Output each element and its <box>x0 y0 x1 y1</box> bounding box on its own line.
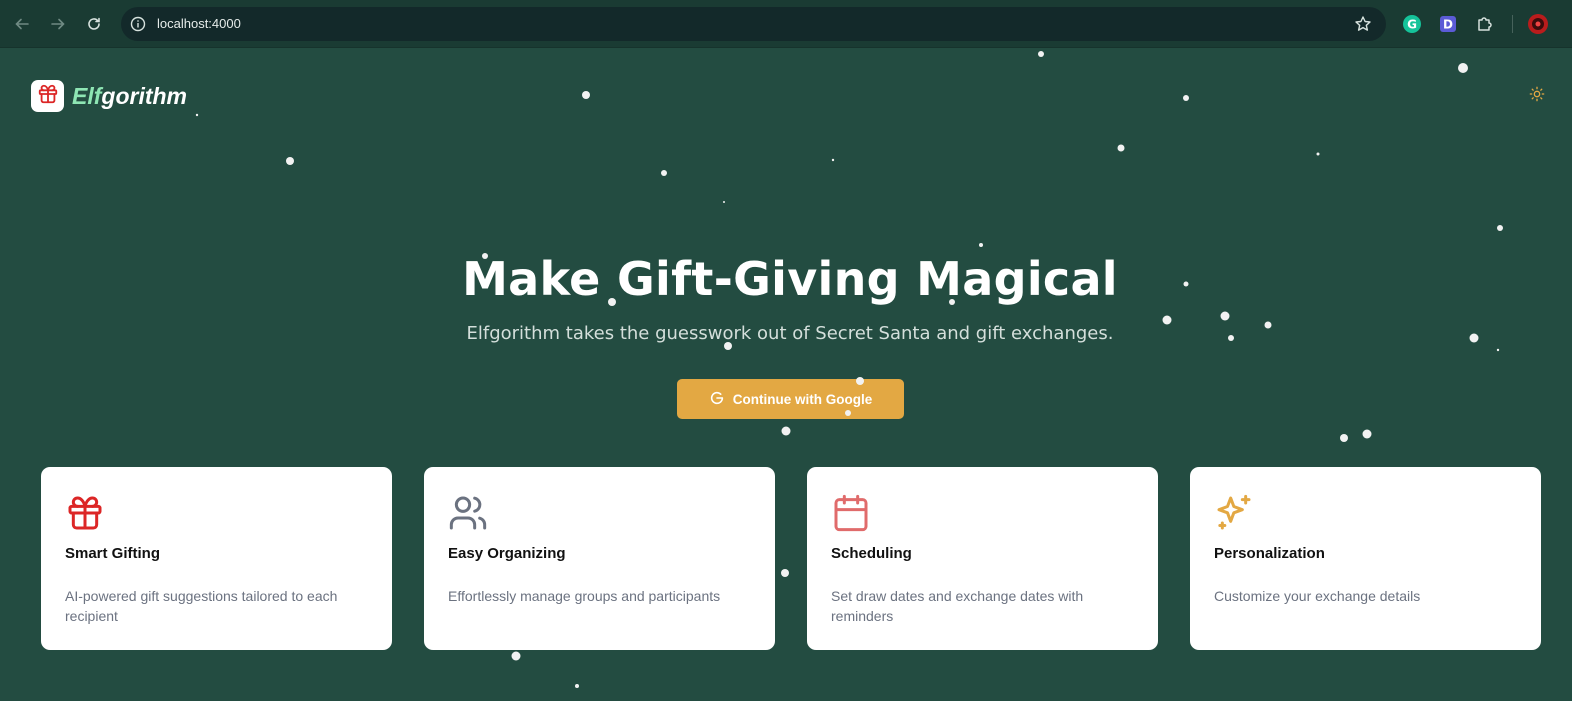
brand-name[interactable]: Elfgorithm <box>72 83 187 110</box>
continue-with-google-label: Continue with Google <box>732 391 873 407</box>
site-info-icon[interactable] <box>129 15 147 33</box>
feature-description: Customize your exchange details <box>1214 588 1421 604</box>
feature-card-smart-gifting: Smart Gifting AI-powered gift suggestion… <box>41 467 392 650</box>
gift-icon <box>65 493 105 533</box>
feature-title: Easy Organizing <box>448 545 566 562</box>
address-bar[interactable]: localhost:4000 <box>121 7 1386 41</box>
profile-avatar-icon[interactable] <box>1527 13 1549 35</box>
reload-icon[interactable] <box>82 12 106 36</box>
bookmark-star-icon[interactable] <box>1354 15 1372 33</box>
brand-part2: gorithm <box>101 83 187 109</box>
feature-card-scheduling: Scheduling Set draw dates and exchange d… <box>807 467 1158 650</box>
users-icon <box>448 493 488 533</box>
feature-description: Set draw dates and exchange dates with r… <box>831 588 1084 624</box>
sun-icon <box>1529 86 1545 106</box>
continue-with-google-button[interactable]: Continue with Google <box>677 379 904 419</box>
hero-subtitle: Elfgorithm takes the guesswork out of Se… <box>466 323 1114 344</box>
forward-icon[interactable] <box>46 12 70 36</box>
address-url[interactable]: localhost:4000 <box>157 16 241 31</box>
d-extension-icon[interactable]: D <box>1437 13 1459 35</box>
feature-title: Personalization <box>1214 545 1325 562</box>
feature-title: Smart Gifting <box>65 545 161 562</box>
feature-card-personalization: Personalization Customize your exchange … <box>1190 467 1541 650</box>
brand-part1: Elf <box>72 83 102 109</box>
feature-description: AI-powered gift suggestions tailored to … <box>65 588 338 624</box>
extensions-puzzle-icon[interactable] <box>1474 13 1496 35</box>
theme-toggle-button[interactable] <box>1527 86 1547 106</box>
toolbar-separator <box>1512 15 1513 33</box>
sparkles-icon <box>1214 493 1254 533</box>
svg-text:D: D <box>1443 18 1453 32</box>
gift-icon <box>37 83 59 109</box>
hero-title: Make Gift-Giving Magical <box>462 252 1118 306</box>
grammarly-icon[interactable]: G <box>1401 13 1423 35</box>
logo[interactable] <box>31 80 64 112</box>
browser-toolbar: localhost:4000 G D <box>0 0 1572 48</box>
google-g-icon <box>709 390 725 409</box>
calendar-icon <box>831 493 871 533</box>
feature-description: Effortlessly manage groups and participa… <box>448 588 721 604</box>
svg-text:G: G <box>1407 18 1417 32</box>
back-icon[interactable] <box>10 12 34 36</box>
feature-card-easy-organizing: Easy Organizing Effortlessly manage grou… <box>424 467 775 650</box>
feature-title: Scheduling <box>831 545 912 562</box>
